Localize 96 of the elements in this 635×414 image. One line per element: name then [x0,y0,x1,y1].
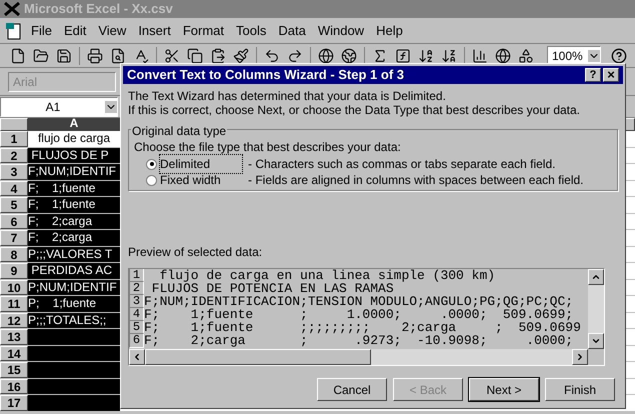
window-title: Microsoft Excel - Xx.csv [24,0,173,18]
radio-button[interactable] [146,174,157,186]
intro-text: The Text Wizard has determined that your data is Delimited. [128,89,447,103]
scissors-icon[interactable] [164,48,180,64]
radio-label[interactable]: Delimited [160,155,242,173]
menu-item[interactable]: Tools [231,20,272,40]
preview-label: Preview of selected data: [128,244,264,261]
horizontal-scrollbar[interactable] [129,349,588,365]
close-button[interactable]: × [603,68,619,82]
table-cell[interactable]: P;NUM;IDENTIF [28,280,120,295]
name-box[interactable]: A1 [0,96,118,116]
radio-label[interactable]: Fixed width [160,171,242,189]
scroll-left-icon[interactable] [132,352,142,362]
row-header[interactable]: 6 [0,214,28,229]
table-cell[interactable]: F; 1;fuente [28,180,120,196]
preview-line: flujo de carga en una linea simple (300 km) [158,269,496,282]
table-cell[interactable]: F; 1;fuente [28,197,120,212]
table-cell[interactable] [28,329,120,344]
paintbrush-icon[interactable] [233,48,249,64]
copy-icon[interactable] [187,48,203,64]
scroll-down-icon[interactable] [591,336,601,346]
preview-line: F;NUM;IDENTIFICACION;TENSION MODULO;ANGULO;PG;QG;PC;QC; [144,295,574,308]
table-cell[interactable]: P;;;VALORES T [28,246,120,262]
paste-icon[interactable] [210,48,226,64]
preview-line: F; 1;fuente ; 1.0000; .0000; 509.0699; [144,308,574,321]
function-icon[interactable] [395,48,411,64]
row-header[interactable]: 8 [0,246,28,262]
radio-button[interactable] [146,158,157,170]
row-header[interactable]: 4 [0,180,28,196]
preview-line: F; 1;fuente ;;;;;;;;; 2;carga ; 509.0699 [144,321,581,334]
row-header[interactable]: 5 [0,197,28,212]
row-header[interactable]: 7 [0,230,28,246]
row-header[interactable]: 10 [0,280,28,295]
dialog-button[interactable]: Next > [469,378,539,401]
globe-icon[interactable] [318,48,334,64]
scroll-up-icon[interactable] [591,272,601,282]
table-cell[interactable]: F; 2;carga [28,230,120,246]
table-cell[interactable]: F;NUM;IDENTIF [28,164,120,180]
row-header[interactable]: 14 [0,346,28,361]
row-header[interactable]: 15 [0,362,28,378]
redo-icon[interactable] [287,48,303,64]
table-cell[interactable]: FLUJOS DE P [28,148,120,163]
menu-item[interactable]: View [93,20,132,40]
menu-item[interactable]: Window [312,20,370,40]
scroll-right-icon[interactable] [575,352,585,362]
menu-item[interactable]: Help [371,20,408,40]
folder-icon[interactable] [33,48,49,64]
row-header[interactable]: 3 [0,164,28,180]
print-preview-icon[interactable] [110,48,126,64]
vertical-scrollbar[interactable] [588,269,604,349]
dialog-button[interactable]: Cancel [317,378,387,401]
menu-item[interactable]: Data [273,20,311,40]
table-cell[interactable]: P; 1;fuente [28,296,120,312]
sort-descending-icon[interactable] [441,48,457,64]
new-file-icon[interactable] [10,48,26,64]
table-cell[interactable] [28,395,120,410]
option-description: - Characters such as commas or tabs separate each field. [248,156,556,173]
preview-line: FLUJOS DE POTENCIA EN LAS RAMAS [150,282,394,295]
table-cell[interactable] [28,346,120,361]
help-button[interactable]: ? [585,68,601,82]
table-cell[interactable]: P;;;TOTALES;; [28,312,120,328]
help-icon[interactable] [611,48,627,64]
row-header[interactable]: 17 [0,395,28,410]
earth-icon[interactable] [341,48,357,64]
intro-text: If this is correct, choose Next, or choose the Data Type that best describes your data. [128,103,582,117]
row-header[interactable]: 2 [0,148,28,163]
dialog-title: Convert Text to Columns Wizard - Step 1 of 3 [127,66,405,84]
sort-ascending-icon[interactable] [418,48,434,64]
bar-chart-icon[interactable] [472,48,488,64]
menu-item[interactable]: Edit [58,20,92,40]
dialog-button[interactable]: Finish [545,378,615,401]
row-header[interactable]: 11 [0,296,28,312]
table-cell[interactable]: PERDIDAS AC [28,263,120,278]
row-header[interactable]: 13 [0,329,28,344]
prompt-text: Choose the file type that best describes your data: [134,139,402,156]
menu-item[interactable]: Insert [133,20,176,40]
spreadsheet-logo-icon [4,2,20,16]
menu-item[interactable]: Format [178,20,229,40]
row-header[interactable]: 9 [0,263,28,278]
printer-icon[interactable] [87,48,103,64]
column-header[interactable]: A [28,118,120,131]
table-cell[interactable]: F; 2;carga [28,214,120,229]
select-all-corner[interactable] [0,118,28,131]
preview-row-number: 6 [129,333,144,348]
dropdown-icon [105,100,117,112]
shapes-icon[interactable] [518,48,534,64]
undo-icon[interactable] [264,48,280,64]
option-description: - Fields are aligned in columns with spaces between each field. [248,172,584,189]
row-header[interactable]: 16 [0,378,28,394]
save-icon[interactable] [56,48,72,64]
menu-item[interactable]: File [26,20,57,40]
table-cell[interactable] [28,362,120,378]
row-header[interactable]: 12 [0,312,28,328]
table-cell[interactable] [28,378,120,394]
preview-line: F; 2;carga ; .9273; -10.9098; .0000; [144,334,574,347]
row-header[interactable]: 1 [0,131,28,146]
